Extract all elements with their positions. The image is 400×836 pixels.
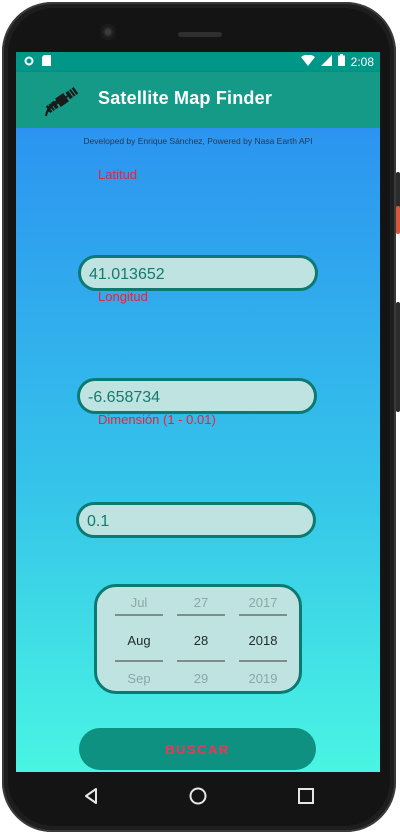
back-icon[interactable] bbox=[76, 780, 108, 812]
status-bar: 2:08 bbox=[16, 52, 380, 72]
year-next[interactable]: 2019 bbox=[233, 671, 293, 686]
latitude-field[interactable] bbox=[78, 255, 318, 291]
month-prev[interactable]: Jul bbox=[109, 595, 169, 610]
credit-text: Developed by Enrique Sánchez, Powered by… bbox=[83, 136, 313, 146]
app-title: Satellite Map Finder bbox=[98, 88, 273, 108]
earpiece-speaker bbox=[178, 32, 222, 37]
month-selected[interactable]: Aug bbox=[109, 633, 169, 648]
year-selected[interactable]: 2018 bbox=[233, 633, 293, 648]
latitude-label: Latitud bbox=[98, 167, 138, 182]
month-picker[interactable]: Jul Aug Sep bbox=[109, 587, 169, 691]
phone-screen: 2:08 Satellite Map Finder Developed by E… bbox=[16, 52, 380, 772]
longitude-input[interactable] bbox=[88, 386, 302, 410]
front-camera bbox=[100, 24, 116, 40]
day-next[interactable]: 29 bbox=[171, 671, 231, 686]
power-button bbox=[396, 206, 400, 234]
year-divider-bottom bbox=[239, 660, 287, 662]
latitude-input[interactable] bbox=[89, 263, 303, 287]
day-selected[interactable]: 28 bbox=[171, 633, 231, 648]
app-bar: Satellite Map Finder bbox=[16, 72, 380, 128]
dimension-input[interactable] bbox=[87, 510, 301, 534]
dimension-label: Dimensión (1 - 0.01) bbox=[98, 412, 216, 427]
sd-card-icon bbox=[42, 55, 51, 69]
year-prev[interactable]: 2017 bbox=[233, 595, 293, 610]
circle-icon bbox=[24, 55, 34, 69]
day-picker[interactable]: 27 28 29 bbox=[171, 587, 231, 691]
main-content: Developed by Enrique Sánchez, Powered by… bbox=[16, 128, 380, 772]
month-divider-top bbox=[115, 614, 163, 616]
year-picker[interactable]: 2017 2018 2019 bbox=[233, 587, 293, 691]
search-button[interactable]: BUSCAR bbox=[79, 728, 316, 770]
signal-icon bbox=[320, 54, 332, 69]
side-key bbox=[396, 302, 400, 412]
month-divider-bottom bbox=[115, 660, 163, 662]
date-picker: Jul Aug Sep 27 28 29 2017 2018 2019 bbox=[94, 584, 302, 694]
battery-icon bbox=[337, 54, 345, 69]
status-time: 2:08 bbox=[350, 54, 374, 69]
longitude-label: Longitud bbox=[98, 289, 148, 304]
wifi-icon bbox=[300, 54, 315, 69]
dimension-field[interactable] bbox=[76, 502, 316, 538]
home-icon[interactable] bbox=[182, 780, 214, 812]
year-divider-top bbox=[239, 614, 287, 616]
recents-icon[interactable] bbox=[290, 780, 322, 812]
longitude-field[interactable] bbox=[77, 378, 317, 414]
day-prev[interactable]: 27 bbox=[171, 595, 231, 610]
month-next[interactable]: Sep bbox=[109, 671, 169, 686]
search-button-label: BUSCAR bbox=[165, 742, 230, 757]
day-divider-top bbox=[177, 614, 225, 616]
day-divider-bottom bbox=[177, 660, 225, 662]
satellite-icon bbox=[44, 82, 80, 118]
navigation-bar bbox=[0, 774, 400, 820]
